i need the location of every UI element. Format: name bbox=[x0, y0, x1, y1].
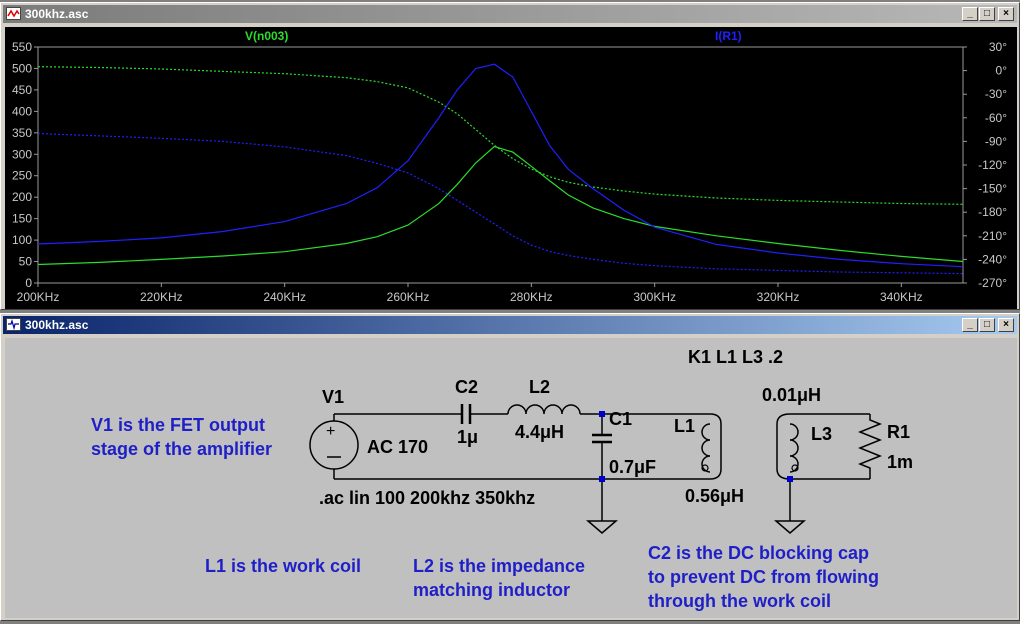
y-right-tick-label: -180° bbox=[978, 205, 1007, 219]
v1-label[interactable]: V1 bbox=[322, 387, 344, 408]
k-directive[interactable]: K1 L1 L3 .2 bbox=[688, 347, 783, 368]
y-right-tick-label: 0° bbox=[996, 64, 1008, 78]
series-trace-0 bbox=[37, 145, 964, 266]
waveform-icon bbox=[6, 7, 21, 20]
l1-label[interactable]: L1 bbox=[674, 416, 695, 437]
note-l1[interactable]: L1 is the work coil bbox=[205, 554, 361, 578]
x-tick-label: 200KHz bbox=[17, 290, 60, 304]
y-left-tick-label: 250 bbox=[12, 169, 32, 183]
trace-label-ir1: I(R1) bbox=[715, 29, 742, 43]
y-left-tick-label: 0 bbox=[25, 276, 32, 290]
ac-directive[interactable]: .ac lin 100 200khz 350khz bbox=[319, 488, 535, 509]
series-trace-3 bbox=[37, 132, 964, 275]
ac-analysis-chart[interactable]: 200KHz 220KHz 240KHz 260KHz 280KHz 300KHz 320K… bbox=[5, 27, 1017, 309]
y-left-tick-label: 100 bbox=[12, 233, 32, 247]
schematic-window-titlebar[interactable]: 300khz.asc _ □ × bbox=[3, 316, 1017, 334]
series-trace-1 bbox=[37, 66, 964, 205]
y-right-tick-label: 30° bbox=[989, 40, 1007, 54]
close-button[interactable]: × bbox=[998, 7, 1014, 21]
waveform-plot[interactable]: 200KHz 220KHz 240KHz 260KHz 280KHz 300KHz 320K… bbox=[5, 27, 1017, 309]
y-left-tick-label: 450 bbox=[12, 83, 32, 97]
inductor-l2[interactable] bbox=[507, 404, 581, 415]
y-right-tick-label: -90° bbox=[985, 134, 1007, 148]
y-left-tick-label: 400 bbox=[12, 104, 32, 118]
c2-label[interactable]: C2 bbox=[455, 377, 478, 398]
y-left-tick-label: 50 bbox=[19, 255, 33, 269]
note-line: through the work coil bbox=[648, 591, 831, 611]
schematic-window: 300khz.asc _ □ × + K1 L1 L3 .2 V1 AC 170… bbox=[0, 313, 1020, 621]
note-line: stage of the amplifier bbox=[91, 439, 273, 459]
schematic-window-title: 300khz.asc bbox=[25, 318, 89, 332]
l2-label[interactable]: L2 bbox=[529, 377, 550, 398]
x-tick-label: 280KHz bbox=[510, 290, 553, 304]
schematic-canvas[interactable]: + K1 L1 L3 .2 V1 AC 170 C2 1μ L2 4.4μH C… bbox=[5, 338, 1017, 618]
series-trace-2 bbox=[37, 63, 964, 268]
l3-label[interactable]: L3 bbox=[811, 424, 832, 445]
y-right-tick-label: -120° bbox=[978, 158, 1007, 172]
y-right-tick-label: -240° bbox=[978, 252, 1007, 266]
maximize-button[interactable]: □ bbox=[979, 318, 995, 332]
note-line: V1 is the FET output bbox=[91, 415, 265, 435]
c1-value[interactable]: 0.7μF bbox=[609, 457, 656, 478]
y-right-tick-label: -30° bbox=[985, 87, 1007, 101]
y-left-tick-label: 550 bbox=[12, 40, 32, 54]
y-right-tick-label: -150° bbox=[978, 182, 1007, 196]
note-l2[interactable]: L2 is the impedance matching inductor bbox=[413, 554, 585, 602]
plot-window: 300khz.asc _ □ × 200KHz 220KHz 240KHz 260KH… bbox=[0, 2, 1020, 310]
y-left-tick-label: 200 bbox=[12, 190, 32, 204]
minimize-button[interactable]: _ bbox=[962, 318, 978, 332]
x-tick-label: 240KHz bbox=[263, 290, 306, 304]
plot-window-title: 300khz.asc bbox=[25, 7, 89, 21]
note-line: to prevent DC from flowing bbox=[648, 567, 879, 587]
c2-value[interactable]: 1μ bbox=[457, 427, 478, 448]
r1-label[interactable]: R1 bbox=[887, 422, 910, 443]
resistor-r1[interactable] bbox=[857, 414, 883, 479]
note-line: C2 is the DC blocking cap bbox=[648, 543, 870, 563]
note-line: L2 is the impedance bbox=[413, 556, 586, 576]
x-tick-label: 320KHz bbox=[757, 290, 800, 304]
plot-window-titlebar[interactable]: 300khz.asc _ □ × bbox=[3, 5, 1017, 23]
y-right-tick-label: -60° bbox=[985, 111, 1007, 125]
l2-value[interactable]: 4.4μH bbox=[515, 422, 564, 443]
y-right-tick-label: -210° bbox=[978, 229, 1007, 243]
l3-value[interactable]: 0.01μH bbox=[762, 385, 821, 406]
schematic-icon bbox=[6, 318, 21, 331]
trace-label-vn003: V(n003) bbox=[245, 29, 288, 43]
x-tick-label: 300KHz bbox=[633, 290, 676, 304]
note-v1[interactable]: V1 is the FET output stage of the amplif… bbox=[91, 413, 272, 461]
x-tick-label: 340KHz bbox=[880, 290, 923, 304]
note-line: matching inductor bbox=[413, 580, 570, 600]
y-left-tick-label: 500 bbox=[12, 61, 32, 75]
close-button[interactable]: × bbox=[998, 318, 1014, 332]
y-left-tick-label: 150 bbox=[12, 212, 32, 226]
ground-symbol bbox=[773, 520, 807, 534]
x-tick-label: 220KHz bbox=[140, 290, 183, 304]
r1-value[interactable]: 1m bbox=[887, 452, 913, 473]
maximize-button[interactable]: □ bbox=[979, 7, 995, 21]
c1-label[interactable]: C1 bbox=[609, 409, 632, 430]
y-right-tick-label: -270° bbox=[978, 276, 1007, 290]
y-left-tick-label: 350 bbox=[12, 126, 32, 140]
x-tick-label: 260KHz bbox=[387, 290, 430, 304]
l1-value[interactable]: 0.56μH bbox=[685, 486, 744, 507]
svg-text:+: + bbox=[326, 423, 335, 440]
ground-symbol bbox=[585, 520, 619, 534]
minimize-button[interactable]: _ bbox=[962, 7, 978, 21]
note-line: L1 is the work coil bbox=[205, 556, 362, 576]
note-c2[interactable]: C2 is the DC blocking cap to prevent DC … bbox=[648, 541, 879, 613]
y-left-tick-label: 300 bbox=[12, 147, 32, 161]
v1-value[interactable]: AC 170 bbox=[367, 437, 428, 458]
plot-frame bbox=[37, 46, 964, 284]
